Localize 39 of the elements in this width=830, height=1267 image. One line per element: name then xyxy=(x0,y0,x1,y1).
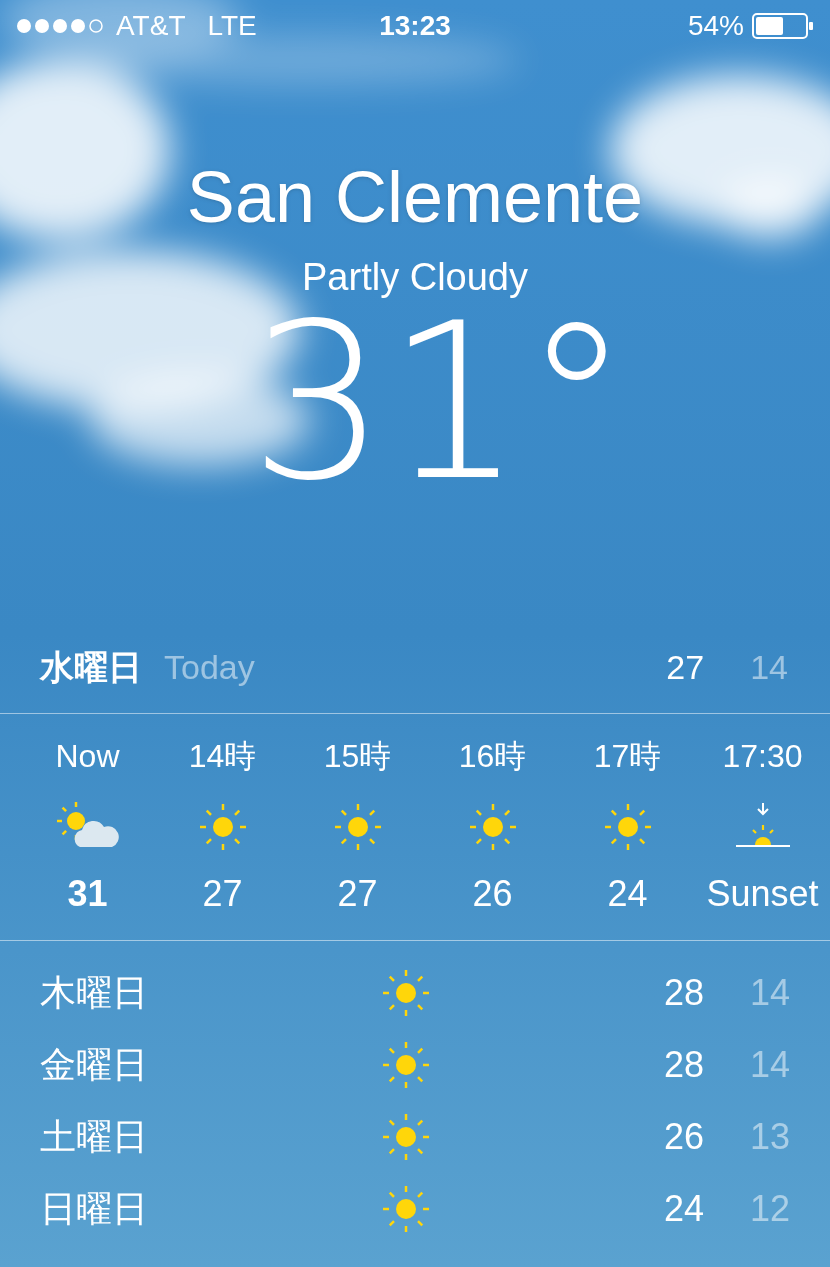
low-temperature: 14 xyxy=(748,1043,790,1087)
battery-icon xyxy=(752,13,814,39)
hour-label: 16時 xyxy=(458,738,527,774)
hour-temperature: 26 xyxy=(472,874,513,914)
sun-icon xyxy=(380,1039,432,1091)
today-low: 14 xyxy=(750,646,788,688)
city-name: San Clemente xyxy=(186,157,644,237)
weekday: 土曜日 xyxy=(40,1115,149,1159)
hour-temperature: 24 xyxy=(607,874,648,914)
hour-temperature: 31 xyxy=(67,874,108,914)
hour-temperature: 27 xyxy=(202,874,243,914)
sun-icon xyxy=(380,1111,432,1163)
hour-label: 15時 xyxy=(323,738,392,774)
today-weekday: 水曜日 xyxy=(40,646,142,688)
high-temperature: 26 xyxy=(662,1115,704,1159)
sun-icon xyxy=(380,1183,432,1235)
hour-label: 14時 xyxy=(188,738,257,774)
signal-icon xyxy=(16,18,104,34)
weekday: 木曜日 xyxy=(40,971,149,1015)
weekday: 日曜日 xyxy=(40,1187,149,1231)
high-temperature: 28 xyxy=(662,971,704,1015)
today-label: Today xyxy=(164,646,255,688)
low-temperature: 14 xyxy=(748,971,790,1015)
carrier-label: AT&T xyxy=(116,9,186,43)
today-high: 27 xyxy=(666,646,705,688)
battery-percent: 54% xyxy=(687,9,744,43)
high-temperature: 24 xyxy=(662,1187,704,1231)
weekday: 金曜日 xyxy=(40,1043,149,1087)
high-temperature: 28 xyxy=(662,1043,704,1087)
hour-temperature: 27 xyxy=(337,874,378,914)
clock: 13:23 xyxy=(379,9,451,43)
low-temperature: 13 xyxy=(748,1115,790,1159)
hour-temperature: Sunset xyxy=(706,874,819,914)
hour-label: 17時 xyxy=(593,738,662,774)
low-temperature: 12 xyxy=(748,1187,790,1231)
sun-icon xyxy=(380,967,432,1019)
hour-label: 17:30 xyxy=(722,738,803,774)
hour-label: Now xyxy=(55,738,120,774)
network-label: LTE xyxy=(207,9,257,43)
